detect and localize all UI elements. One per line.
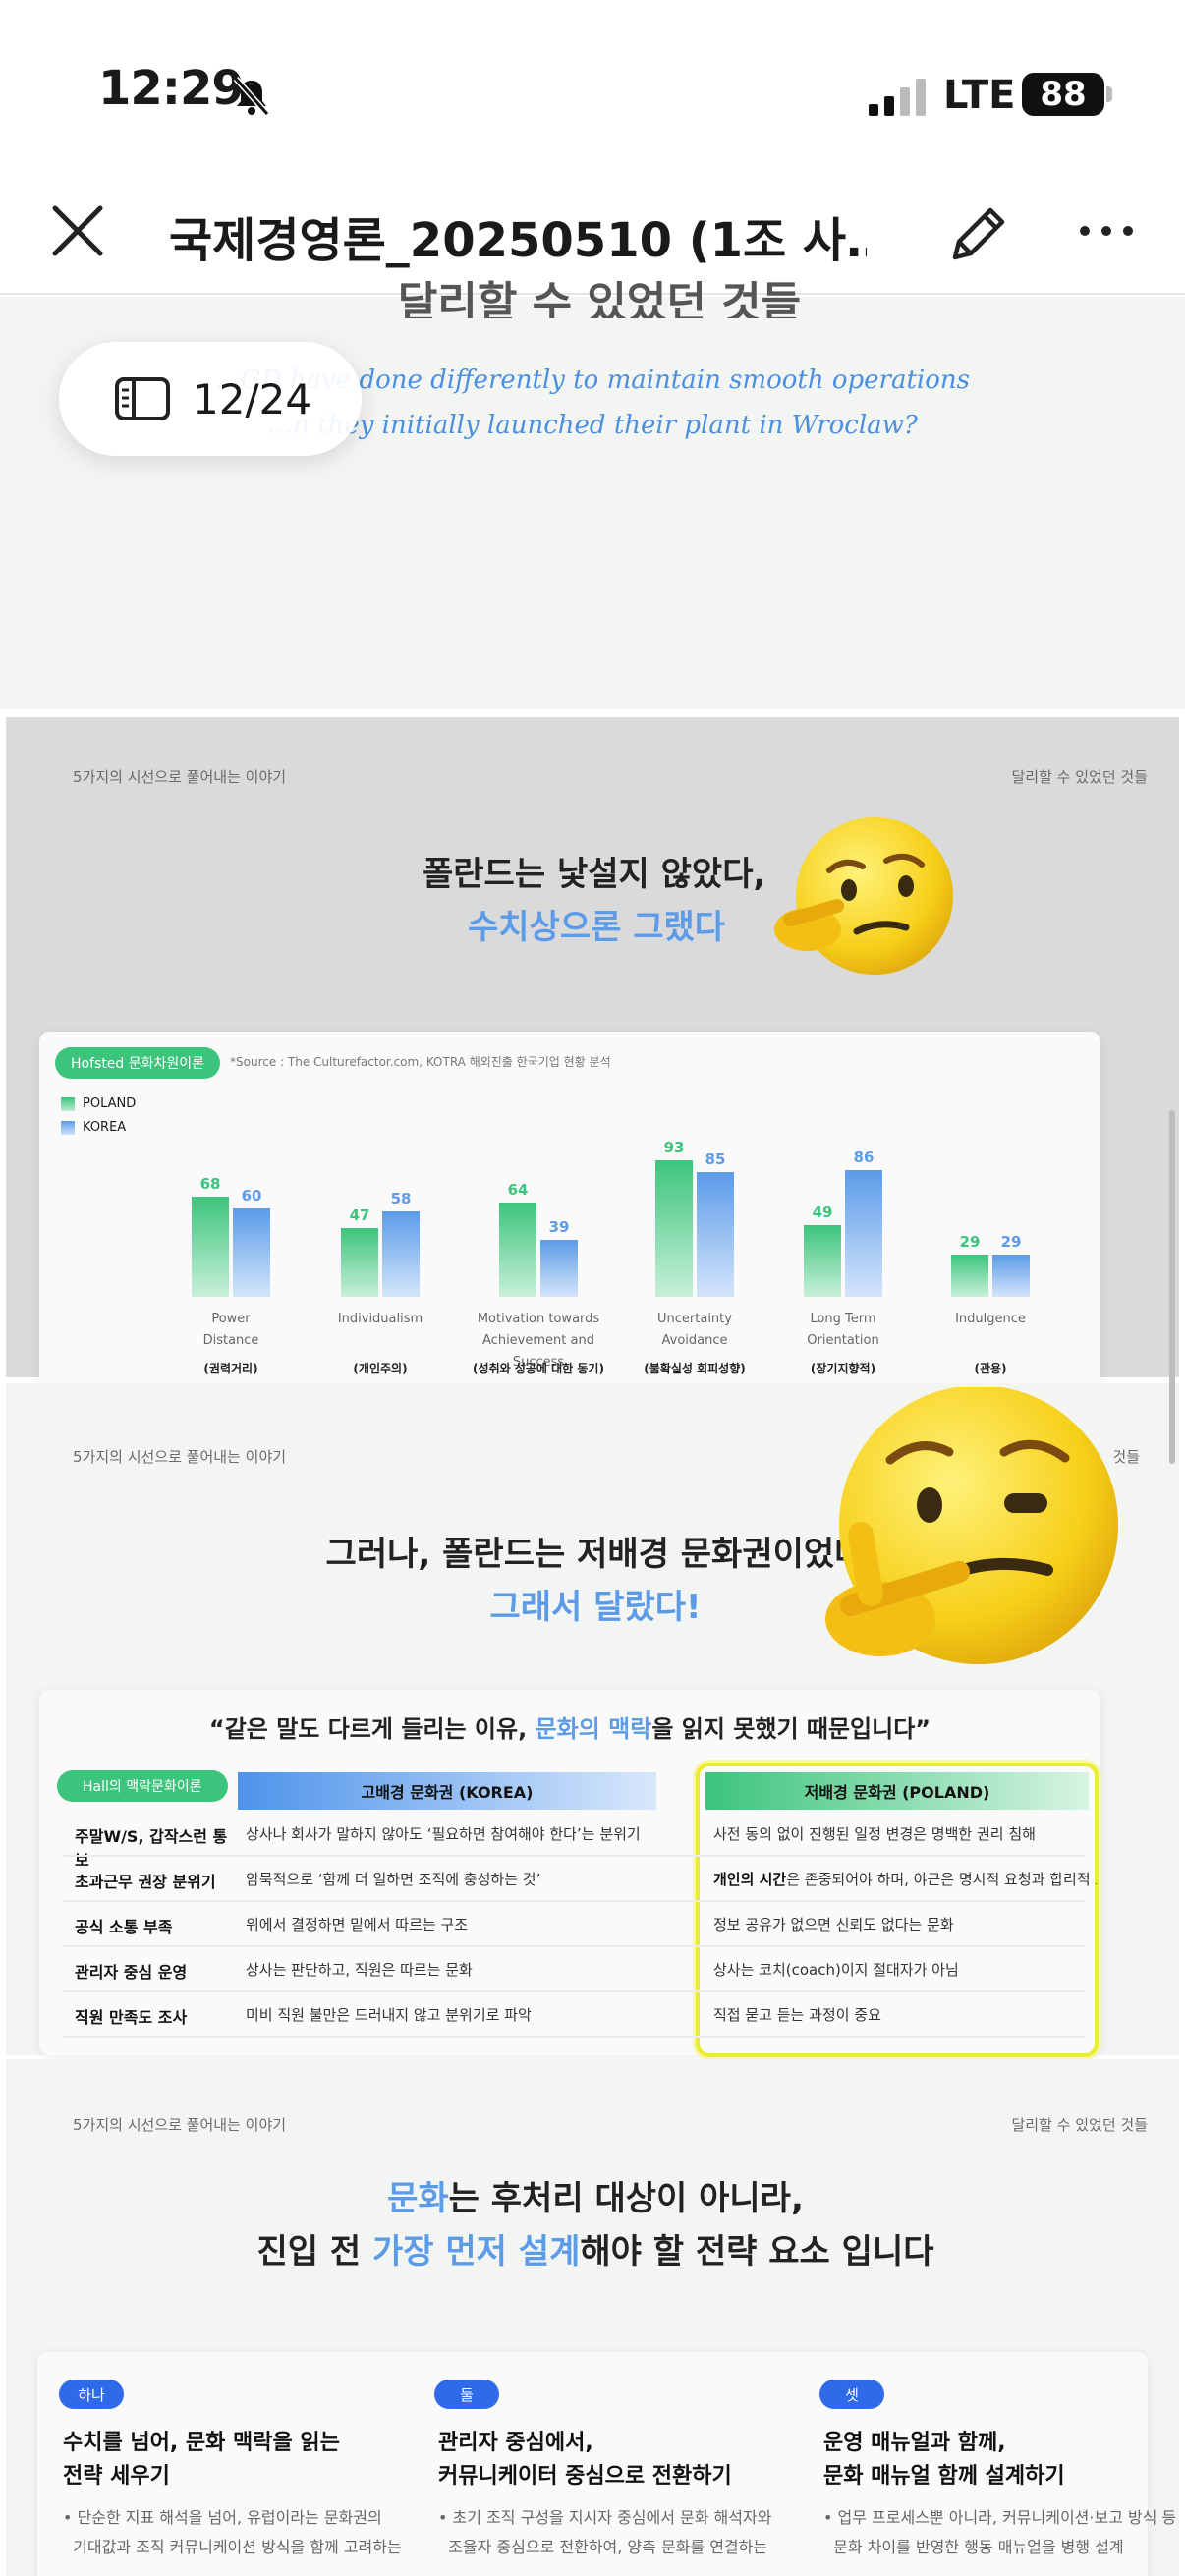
bar-label-korea-2: 39 bbox=[548, 1217, 570, 1236]
close-icon[interactable] bbox=[43, 196, 112, 265]
x-tick-label-4: Long Term Orientation bbox=[807, 1312, 879, 1348]
row-poland-2: 정보 공유가 없으면 신뢰도 없다는 문화 bbox=[713, 1916, 954, 1933]
signal-icon bbox=[869, 79, 926, 116]
pen-icon[interactable] bbox=[941, 196, 1016, 271]
bar-label-korea-3: 85 bbox=[705, 1149, 726, 1168]
row-label-2: 공식 소통 부족 bbox=[75, 1918, 173, 1936]
strategy-body-3: • 업무 프로세스뿐 아니라, 커뮤니케이션·보고 방식 등 문화 차이를 반영… bbox=[823, 2508, 1177, 2556]
slide-3: 5가지의 시선으로 풀어내는 이야기 것들 그러나, 폴란드는 저배경 문화권이… bbox=[6, 1383, 1179, 2057]
slide4-headline1: 문화는 후처리 대상이 아니라, bbox=[387, 2179, 804, 2218]
hall-context-card: “같은 말도 다르게 들리는 이유, 문화의 맥락을 읽지 못했기 때문입니다”… bbox=[39, 1690, 1100, 2057]
slide-4: 5가지의 시선으로 풀어내는 이야기 달리할 수 있었던 것들 문화는 후처리 … bbox=[6, 2059, 1179, 2576]
bar-label-korea-5: 29 bbox=[1000, 1232, 1022, 1251]
bar-label-poland-2: 64 bbox=[507, 1181, 529, 1199]
row-divider bbox=[63, 1990, 1085, 1992]
row-label-3: 관리자 중심 운영 bbox=[75, 1963, 188, 1982]
status-time: 12:29 bbox=[98, 61, 245, 116]
strategy-body-2: • 초기 조직 구성을 지시자 중심에서 문화 해석자와 조율자 중심으로 전환… bbox=[438, 2508, 772, 2556]
bar-korea-0 bbox=[233, 1208, 270, 1297]
slide4-headline2: 진입 전 가장 먼저 설계해야 할 전략 요소 입니다 bbox=[256, 2232, 934, 2271]
bar-poland-0 bbox=[192, 1197, 229, 1297]
strategy-num-3: 셋 bbox=[819, 2380, 884, 2409]
battery-tip bbox=[1106, 86, 1112, 102]
more-icon[interactable] bbox=[1077, 216, 1136, 246]
bar-korea-4 bbox=[845, 1170, 882, 1297]
strategy-num-2: 둘 bbox=[434, 2380, 499, 2409]
row-label-4: 직원 만족도 조사 bbox=[75, 2008, 188, 2027]
strategy-num-1: 하나 bbox=[59, 2380, 124, 2409]
bar-poland-3 bbox=[655, 1159, 693, 1297]
row-poland-1: 개인의 시간은 존중되어야 하며, 야근은 명시적 요청과 합리적 보상이 전제 bbox=[713, 1871, 1097, 1888]
slide4-top-left: 5가지의 시선으로 풀어내는 이야기 bbox=[73, 2116, 287, 2134]
row-korea-0: 상사나 회사가 말하지 않아도 ‘필요하면 참여해야 한다’는 분위기 bbox=[246, 1825, 641, 1843]
slide3-top-left: 5가지의 시선으로 풀어내는 이야기 bbox=[73, 1448, 287, 1466]
row-label-0: 주말W/S, 갑작스런 통보 bbox=[75, 1827, 228, 1870]
thinking-emoji-large-icon bbox=[825, 1387, 1118, 1664]
thinking-emoji-icon bbox=[774, 817, 953, 975]
row-poland-3: 상사는 코치(coach)이지 절대자가 아님 bbox=[713, 1961, 959, 1979]
bar-label-poland-3: 93 bbox=[663, 1138, 685, 1156]
row-poland-4: 직접 묻고 듣는 과정이 중요 bbox=[713, 2006, 881, 2024]
strategy-card: 하나 수치를 넘어, 문화 맥락을 읽는 전략 세우기 • 단순한 지표 해석을 … bbox=[37, 2352, 1176, 2576]
silent-bell-icon bbox=[233, 77, 270, 116]
bar-poland-1 bbox=[341, 1227, 378, 1297]
x-tick-label-kr-1: (개인주의) bbox=[353, 1362, 408, 1375]
bar-label-poland-0: 68 bbox=[199, 1175, 221, 1193]
slide-2: 5가지의 시선으로 풀어내는 이야기 달리할 수 있었던 것들 폴란드는 낯설지… bbox=[6, 717, 1179, 1385]
bar-korea-1 bbox=[382, 1211, 420, 1297]
page-number: 12/24 bbox=[193, 374, 312, 423]
row-korea-2: 위에서 결정하면 밑에서 따르는 구조 bbox=[246, 1916, 469, 1933]
row-korea-1: 암묵적으로 ‘함께 더 일하면 조직에 충성하는 것’ bbox=[246, 1871, 541, 1888]
slide1-title: 달리할 수 있었던 것들 bbox=[397, 279, 802, 318]
row-korea-3: 상사는 판단하고, 직원은 따르는 문화 bbox=[246, 1961, 473, 1979]
x-tick-label-1: Individualism bbox=[337, 1312, 423, 1326]
row-divider bbox=[63, 1900, 1085, 1902]
bar-korea-5 bbox=[992, 1254, 1030, 1297]
bar-label-korea-1: 58 bbox=[390, 1190, 412, 1207]
battery-indicator: 88 bbox=[1022, 73, 1104, 116]
slide4-top-right: 달리할 수 있었던 것들 bbox=[1011, 2116, 1148, 2134]
bar-label-poland-1: 47 bbox=[349, 1205, 370, 1224]
row-korea-4: 미비 직원 불만은 드러내지 않고 분위기로 파악 bbox=[246, 2006, 532, 2024]
bar-label-poland-4: 49 bbox=[812, 1203, 833, 1221]
slide2-top-right: 달리할 수 있었던 것들 bbox=[1011, 768, 1148, 786]
sidebar-icon bbox=[115, 377, 170, 420]
hofstede-chart-card: Hofsted 문화차원이론 *Source : The Culturefact… bbox=[39, 1032, 1100, 1385]
x-tick-label-kr-2: (성취와 성공에 대한 동기) bbox=[473, 1362, 604, 1375]
slide2-top-left: 5가지의 시선으로 풀어내는 이야기 bbox=[73, 768, 287, 786]
bar-label-poland-5: 29 bbox=[959, 1232, 981, 1251]
x-tick-label-kr-4: (장기지향적) bbox=[810, 1362, 876, 1375]
document-title: 국제경영론_20250510 (1조 사… bbox=[169, 213, 867, 268]
x-tick-label-kr-3: (불확실성 회피성향) bbox=[644, 1362, 746, 1375]
scrollbar[interactable] bbox=[1169, 1110, 1175, 1464]
row-poland-0: 사전 동의 없이 진행된 일정 변경은 명백한 권리 침해 bbox=[713, 1825, 1036, 1843]
network-label: LTE bbox=[943, 73, 1016, 118]
bar-label-korea-4: 86 bbox=[853, 1148, 875, 1166]
bar-poland-5 bbox=[951, 1254, 988, 1297]
row-divider bbox=[63, 1855, 1085, 1857]
strategy-body-1: • 단순한 지표 해석을 넘어, 유럽이라는 문화권의 기대값과 조직 커뮤니케… bbox=[63, 2508, 402, 2556]
x-tick-label-kr-0: (권력거리) bbox=[203, 1362, 258, 1375]
x-tick-label-3: Uncertainty Avoidance bbox=[657, 1312, 732, 1348]
hofstede-bar-chart: 68 60 Power Distance (권력거리) 47 58 Individualism… bbox=[39, 1032, 1100, 1385]
bar-korea-2 bbox=[540, 1239, 578, 1297]
strategy-title-3: 운영 매뉴얼과 함께, 문화 매뉴얼 함께 설계하기 bbox=[823, 2431, 1065, 2489]
page-indicator[interactable]: 12/24 bbox=[59, 342, 362, 456]
x-tick-label-5: Indulgence bbox=[955, 1312, 1026, 1326]
strategy-title-1: 수치를 넘어, 문화 맥락을 읽는 전략 세우기 bbox=[63, 2431, 340, 2489]
bar-korea-3 bbox=[697, 1171, 734, 1297]
x-tick-label-kr-5: (관용) bbox=[974, 1362, 1007, 1375]
bar-poland-4 bbox=[804, 1224, 841, 1297]
row-divider bbox=[63, 2036, 1085, 2038]
context-table: 주말W/S, 갑작스런 통보 상사나 회사가 말하지 않아도 ‘필요하면 참여해야… bbox=[39, 1690, 1100, 2055]
row-label-1: 초과근무 권장 분위기 bbox=[75, 1873, 216, 1891]
x-tick-label-0: Power Distance bbox=[202, 1312, 259, 1348]
bar-poland-2 bbox=[499, 1203, 536, 1297]
bar-label-korea-0: 60 bbox=[241, 1187, 262, 1204]
strategy-title-2: 관리자 중심에서, 커뮤니케이터 중심으로 전환하기 bbox=[438, 2431, 732, 2489]
row-divider bbox=[63, 1945, 1085, 1947]
